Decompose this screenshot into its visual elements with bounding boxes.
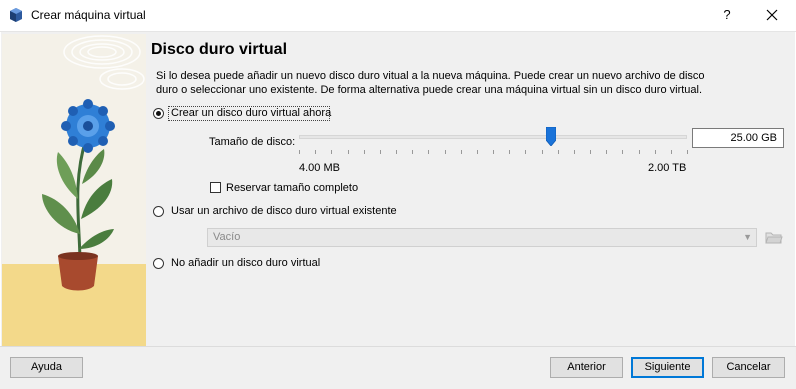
slider-tick bbox=[557, 150, 559, 154]
create-disk-radio[interactable] bbox=[153, 108, 164, 119]
slider-tick bbox=[541, 150, 543, 154]
slider-tick bbox=[396, 150, 397, 154]
disk-size-input[interactable]: 25.00 GB bbox=[692, 128, 784, 148]
close-icon bbox=[766, 9, 778, 21]
existing-disk-select-value: Vacío bbox=[213, 231, 241, 243]
slider-min-label: 4.00 MB bbox=[299, 162, 340, 174]
slider-tick bbox=[315, 150, 317, 154]
window-title: Crear máquina virtual bbox=[31, 8, 146, 22]
no-disk-radio[interactable] bbox=[153, 258, 164, 269]
disk-size-slider-thumb[interactable] bbox=[546, 127, 557, 146]
slider-tick bbox=[590, 150, 591, 154]
disk-size-label: Tamaño de disco: bbox=[209, 136, 296, 148]
slider-tick bbox=[687, 150, 688, 154]
close-button[interactable] bbox=[760, 4, 784, 26]
slider-tick bbox=[444, 150, 446, 154]
slider-tick bbox=[379, 150, 381, 154]
slider-tick bbox=[476, 150, 478, 154]
page-title: Disco duro virtual bbox=[151, 41, 288, 58]
slider-tick bbox=[299, 150, 300, 154]
slider-tick bbox=[622, 150, 624, 154]
slider-tick bbox=[331, 150, 333, 154]
use-existing-label[interactable]: Usar un archivo de disco duro virtual ex… bbox=[171, 205, 397, 217]
virtualbox-icon bbox=[10, 8, 22, 22]
folder-open-icon[interactable] bbox=[765, 229, 783, 245]
back-button[interactable]: Anterior bbox=[550, 357, 623, 378]
slider-tick bbox=[638, 150, 640, 154]
help-dialog-button[interactable]: Ayuda bbox=[10, 357, 83, 378]
slider-max-label: 2.00 TB bbox=[648, 162, 687, 174]
slider-tick bbox=[606, 150, 608, 154]
no-disk-label[interactable]: No añadir un disco duro virtual bbox=[171, 257, 320, 269]
chevron-down-icon: ▼ bbox=[743, 232, 752, 242]
slider-tick bbox=[412, 150, 414, 154]
reserve-full-size-checkbox[interactable] bbox=[210, 182, 221, 193]
slider-tick bbox=[493, 150, 494, 154]
slider-tick bbox=[347, 150, 349, 154]
cancel-button[interactable]: Cancelar bbox=[712, 357, 785, 378]
slider-tick bbox=[525, 150, 527, 154]
next-button[interactable]: Siguiente bbox=[631, 357, 704, 378]
wizard-illustration bbox=[2, 34, 146, 346]
slider-tick bbox=[428, 150, 430, 154]
slider-tick bbox=[670, 150, 672, 154]
title-bar: Crear máquina virtual ? bbox=[0, 0, 796, 32]
disk-size-slider-track[interactable] bbox=[299, 135, 687, 139]
use-existing-radio[interactable] bbox=[153, 206, 164, 217]
slider-tick bbox=[509, 150, 511, 154]
slider-tick bbox=[573, 150, 575, 154]
help-button[interactable]: ? bbox=[716, 4, 738, 26]
slider-tick bbox=[460, 150, 462, 154]
slider-tick bbox=[363, 150, 365, 154]
slider-tick bbox=[654, 150, 656, 154]
existing-disk-select[interactable]: Vacío ▼ bbox=[207, 228, 757, 247]
page-description: Si lo desea puede añadir un nuevo disco … bbox=[156, 70, 705, 96]
create-disk-label[interactable]: Crear un disco duro virtual ahora bbox=[171, 107, 331, 119]
reserve-full-size-label[interactable]: Reservar tamaño completo bbox=[226, 182, 358, 194]
